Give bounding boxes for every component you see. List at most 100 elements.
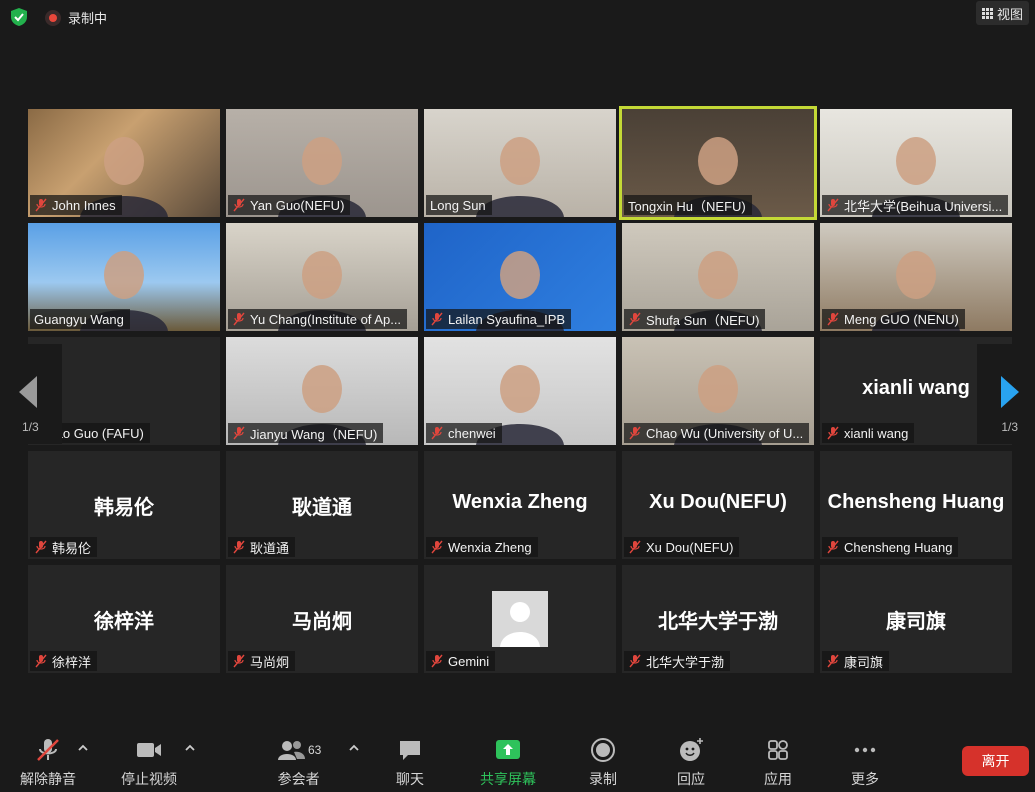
- chat-button[interactable]: 聊天: [396, 736, 424, 789]
- participant-name: Chensheng Huang: [844, 539, 953, 555]
- view-label: 视图: [996, 6, 1023, 22]
- participant-name-tag: Yan Guo(NEFU): [228, 195, 351, 215]
- participant-tile[interactable]: 康司旗 康司旗: [820, 565, 1012, 673]
- participant-count: 63: [308, 743, 322, 757]
- mic-muted-icon: [35, 540, 47, 554]
- participant-name-tag: 北华大学(Beihua Universi...: [822, 195, 1008, 215]
- participant-tile[interactable]: Xu Dou(NEFU) Xu Dou(NEFU): [622, 451, 814, 559]
- participant-tile[interactable]: Lailan Syaufina_IPB: [424, 223, 616, 331]
- record-icon: [589, 736, 617, 764]
- mic-muted-icon: [827, 654, 839, 668]
- participant-name-tag: Meng GUO (NENU): [822, 309, 965, 329]
- participant-name: 韩易伦: [52, 540, 92, 556]
- mic-muted-icon: [233, 426, 245, 440]
- leave-meeting-button[interactable]: 离开: [962, 746, 1029, 776]
- share-screen-button[interactable]: 共享屏幕: [480, 736, 536, 789]
- participant-tile[interactable]: Yu Chang(Institute of Ap...: [226, 223, 418, 331]
- participant-name-tag: Wenxia Zheng: [426, 537, 538, 557]
- meeting-toolbar: 解除静音 停止视频 63 参会者 聊天 共享屏幕 录制 回应 应用 更多 离开: [0, 722, 1035, 792]
- participant-name-tag: Chao Wu (University of U...: [624, 423, 810, 443]
- participant-tile[interactable]: Yan Guo(NEFU): [226, 109, 418, 217]
- participant-display-name: 马尚炯: [292, 611, 352, 633]
- stop-video-label: 停止视频: [121, 771, 177, 787]
- participant-tile[interactable]: Long Sun: [424, 109, 616, 217]
- mic-muted-icon: [233, 540, 245, 554]
- recording-dot-icon: [45, 9, 61, 26]
- participants-icon-wrap: 63: [276, 736, 321, 764]
- arrow-left-icon: [19, 376, 37, 408]
- default-avatar-icon: [492, 591, 548, 647]
- audio-options-caret-icon[interactable]: [76, 742, 90, 754]
- chat-bubble-icon: [396, 736, 424, 764]
- participant-display-name: 康司旗: [886, 611, 946, 633]
- participant-name-tag: 韩易伦: [30, 537, 98, 557]
- recording-label: 录制中: [68, 11, 108, 26]
- participants-options-caret-icon[interactable]: [347, 742, 361, 754]
- participant-tile[interactable]: Meng GUO (NENU): [820, 223, 1012, 331]
- participant-tile[interactable]: 马尚炯 马尚炯: [226, 565, 418, 673]
- participant-tile[interactable]: Chao Wu (University of U...: [622, 337, 814, 445]
- previous-page-button[interactable]: 1/3: [0, 344, 62, 444]
- view-button[interactable]: 视图: [975, 1, 1029, 25]
- video-gallery: John Innes Yan Guo(NEFU) Long Sun Tongxin H…: [28, 106, 1012, 675]
- unmute-button[interactable]: 解除静音: [20, 736, 76, 789]
- participant-tile[interactable]: 韩易伦 韩易伦: [28, 451, 220, 559]
- participant-tile[interactable]: John Innes: [28, 109, 220, 217]
- participant-name: Shufa Sun（NEFU): [646, 312, 760, 328]
- mic-muted-icon: [431, 312, 443, 326]
- reactions-button[interactable]: 回应: [677, 736, 705, 789]
- chat-label: 聊天: [396, 771, 424, 787]
- video-options-caret-icon[interactable]: [183, 742, 197, 754]
- participant-tile[interactable]: Chensheng Huang Chensheng Huang: [820, 451, 1012, 559]
- participant-name-tag: Jianyu Wang（NEFU): [228, 423, 384, 443]
- participants-button[interactable]: 63 参会者: [276, 736, 321, 789]
- mic-muted-icon: [629, 654, 641, 668]
- more-dots-icon: [851, 736, 879, 764]
- participant-tile[interactable]: 北华大学(Beihua Universi...: [820, 109, 1012, 217]
- participant-name-tag: Long Sun: [426, 195, 492, 215]
- arrow-right-icon: [1001, 376, 1019, 408]
- mic-muted-icon: [431, 540, 443, 554]
- participant-name-tag: 徐梓洋: [30, 651, 98, 671]
- participant-tile[interactable]: 徐梓洋 徐梓洋: [28, 565, 220, 673]
- mic-muted-icon: [827, 426, 839, 440]
- apps-icon: [764, 736, 792, 764]
- participant-name-tag: Tongxin Hu（NEFU): [624, 195, 752, 215]
- participant-name: 北华大学(Beihua Universi...: [844, 198, 1003, 214]
- next-page-button[interactable]: 1/3: [977, 344, 1035, 444]
- participant-name: John Innes: [52, 197, 116, 213]
- more-button[interactable]: 更多: [851, 736, 879, 789]
- security-shield-icon[interactable]: [9, 7, 29, 27]
- participant-display-name: 徐梓洋: [94, 611, 154, 633]
- apps-button[interactable]: 应用: [764, 736, 792, 789]
- participant-name-tag: Shufa Sun（NEFU): [624, 309, 766, 329]
- participant-tile[interactable]: Gemini: [424, 565, 616, 673]
- participant-name: Guangyu Wang: [34, 311, 124, 327]
- participant-name: Long Sun: [430, 197, 486, 213]
- mic-muted-icon: [629, 312, 641, 326]
- participant-display-name: 耿道通: [292, 497, 352, 519]
- mic-muted-icon: [827, 198, 839, 212]
- reactions-label: 回应: [677, 771, 705, 787]
- stop-video-button[interactable]: 停止视频: [121, 736, 177, 789]
- participant-name: Yu Chang(Institute of Ap...: [250, 311, 402, 327]
- participant-tile[interactable]: chenwei: [424, 337, 616, 445]
- participant-tile[interactable]: Guangyu Wang: [28, 223, 220, 331]
- participants-label: 参会者: [277, 771, 320, 787]
- record-button[interactable]: 录制: [589, 736, 617, 789]
- participant-display-name: Wenxia Zheng: [452, 491, 588, 513]
- participant-tile[interactable]: Shufa Sun（NEFU): [622, 223, 814, 331]
- participant-name-tag: Guangyu Wang: [30, 309, 130, 329]
- unmute-label: 解除静音: [20, 771, 76, 787]
- participant-name-tag: John Innes: [30, 195, 122, 215]
- apps-label: 应用: [764, 771, 792, 787]
- participant-tile[interactable]: Jianyu Wang（NEFU): [226, 337, 418, 445]
- participant-tile[interactable]: Tongxin Hu（NEFU): [619, 106, 817, 220]
- participant-tile[interactable]: 耿道通 耿道通: [226, 451, 418, 559]
- participant-tile[interactable]: 北华大学于渤 北华大学于渤: [622, 565, 814, 673]
- recording-indicator[interactable]: 录制中: [45, 8, 107, 27]
- mic-muted-icon: [827, 312, 839, 326]
- participant-display-name: 韩易伦: [94, 497, 154, 519]
- participant-tile[interactable]: Wenxia Zheng Wenxia Zheng: [424, 451, 616, 559]
- mic-muted-icon: [233, 654, 245, 668]
